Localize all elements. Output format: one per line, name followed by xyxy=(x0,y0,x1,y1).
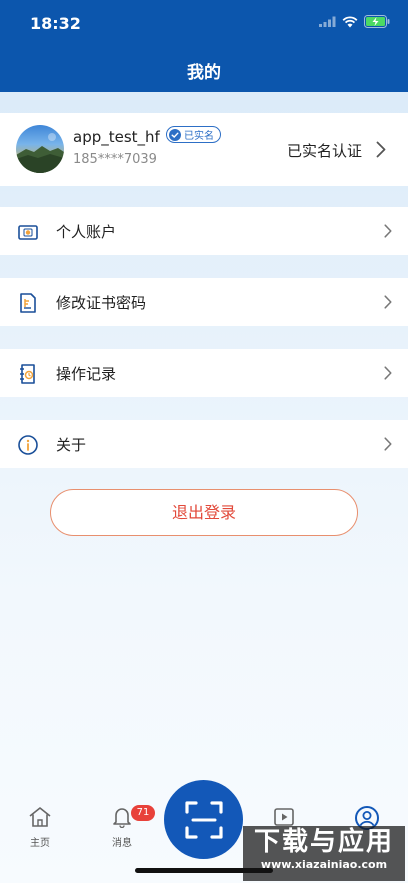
certificate-icon xyxy=(20,293,36,313)
record-icon xyxy=(20,364,35,384)
tab-home-label: 主页 xyxy=(30,838,50,849)
signal-icon xyxy=(319,16,336,27)
tab-messages-label: 消息 xyxy=(112,838,132,849)
wallet-icon xyxy=(18,225,38,240)
status-bar: 18:32 xyxy=(0,0,408,48)
wifi-icon xyxy=(342,15,358,27)
avatar[interactable] xyxy=(16,125,64,173)
home-icon xyxy=(29,807,51,827)
chevron-right-icon xyxy=(384,366,392,380)
menu-label-personal-account: 个人账户 xyxy=(56,223,117,241)
app-header: 18:32 我的 xyxy=(0,0,408,92)
battery-charging-icon xyxy=(364,15,390,28)
profile-card[interactable]: app_test_hf 185****7039 已实名认证 xyxy=(0,113,408,186)
menu-label-operation-log: 操作记录 xyxy=(56,365,117,383)
tab-home[interactable]: 主页 xyxy=(10,806,70,849)
check-circle-icon xyxy=(169,128,181,141)
menu-item-operation-log[interactable]: 操作记录 xyxy=(0,349,408,397)
username: app_test_hf xyxy=(73,128,160,146)
watermark: 下载与应用 www.xiazainiao.com xyxy=(243,826,405,881)
chevron-right-icon xyxy=(384,295,392,309)
verified-badge: 已实名 xyxy=(166,126,221,143)
status-icons xyxy=(319,15,390,28)
messages-badge: 71 xyxy=(131,805,155,821)
bell-icon xyxy=(113,808,131,829)
chevron-right-icon xyxy=(376,141,386,158)
menu-item-change-cert-password[interactable]: 修改证书密码 xyxy=(0,278,408,326)
chevron-right-icon xyxy=(384,437,392,451)
status-time: 18:32 xyxy=(30,14,81,33)
menu-label-about: 关于 xyxy=(56,436,87,454)
menu-label-change-cert-password: 修改证书密码 xyxy=(56,294,147,312)
info-icon xyxy=(18,435,38,455)
verification-status: 已实名认证 xyxy=(286,142,362,160)
menu-item-about[interactable]: 关于 xyxy=(0,420,408,468)
avatar-image xyxy=(16,133,64,173)
logout-button[interactable]: 退出登录 xyxy=(50,489,358,536)
play-icon xyxy=(274,808,294,826)
scan-icon xyxy=(184,800,223,839)
verified-badge-label: 已实名 xyxy=(184,131,214,142)
phone-number: 185****7039 xyxy=(73,152,157,167)
chevron-right-icon xyxy=(384,224,392,238)
watermark-title: 下载与应用 xyxy=(253,827,394,857)
menu-item-personal-account[interactable]: 个人账户 xyxy=(0,207,408,255)
page-title: 我的 xyxy=(187,63,221,83)
watermark-url: www.xiazainiao.com xyxy=(260,858,388,871)
scan-button[interactable] xyxy=(164,780,243,859)
